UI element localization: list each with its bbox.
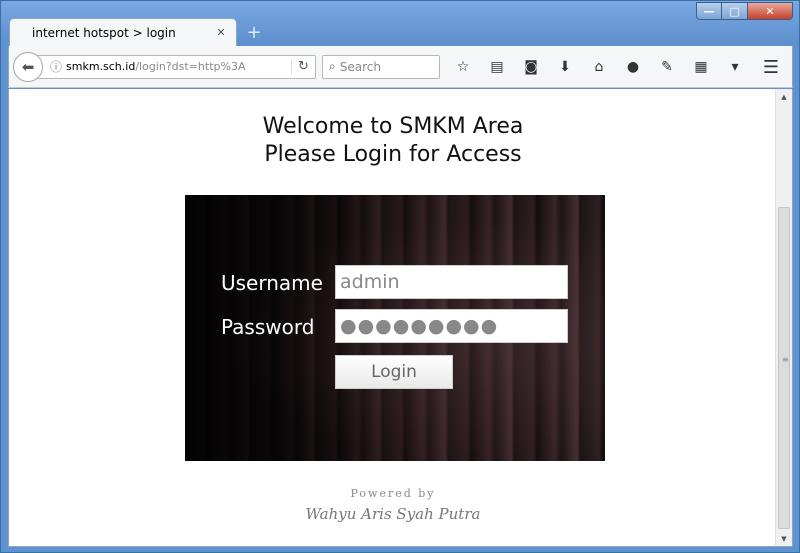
toolbar-icons: ☆ ▤ ◙ ⬇ ⌂ ● ✎ ▦ ▾ [446,52,752,82]
login-panel: Username Password Login [185,195,605,461]
tab-close-icon[interactable]: ✕ [214,26,228,39]
bookmark-star-icon[interactable]: ☆ [446,52,480,82]
pocket-icon[interactable]: ◙ [514,52,548,82]
username-label: Username [221,271,323,295]
vertical-scrollbar[interactable]: ▲ ≡ ▼ [775,89,792,546]
scroll-up-arrow-icon[interactable]: ▲ [776,89,792,105]
username-input[interactable] [335,265,568,299]
welcome-line-1: Welcome to SMKM Area [262,114,524,139]
minimize-button[interactable]: — [696,2,722,20]
screenshot-icon[interactable]: ✎ [650,52,684,82]
welcome-line-2: Please Login for Access [264,142,522,167]
login-button[interactable]: Login [335,355,453,389]
scrollbar-grip-icon: ≡ [782,355,789,364]
tab-hotspot-login[interactable]: internet hotspot > login ✕ [9,18,237,46]
new-tab-button[interactable]: + [241,22,267,46]
password-label: Password [221,315,315,339]
url-bar[interactable]: ⓘ smkm.sch.id /login?dst=http%3A ↻ [31,54,316,79]
search-input[interactable]: ⌕ Search [322,54,440,79]
url-host: smkm.sch.id [66,60,136,73]
maximize-button[interactable]: □ [722,2,748,20]
close-window-button[interactable]: ✕ [748,2,793,20]
back-arrow-icon: ⬅ [21,57,35,76]
chat-icon[interactable]: ● [616,52,650,82]
reload-icon[interactable]: ↻ [291,59,315,74]
browser-window: — □ ✕ internet hotspot > login ✕ + ⬅ ⓘ s… [0,0,800,553]
back-button[interactable]: ⬅ [13,51,43,82]
home-icon[interactable]: ⌂ [582,52,616,82]
scroll-down-arrow-icon[interactable]: ▼ [776,531,792,546]
search-icon: ⌕ [329,59,336,73]
page-content: Welcome to SMKM Area Please Login for Ac… [8,89,793,547]
window-controls: — □ ✕ [696,2,793,20]
tab-title: internet hotspot > login [32,25,176,40]
search-placeholder: Search [339,59,381,74]
tab-strip: internet hotspot > login ✕ + [9,18,267,46]
site-info-icon[interactable]: ⓘ [50,58,66,75]
navigation-toolbar: ⬅ ⓘ smkm.sch.id /login?dst=http%3A ↻ ⌕ S… [8,46,793,88]
reading-list-icon[interactable]: ▤ [480,52,514,82]
overflow-chevron-icon[interactable]: ▾ [718,52,752,82]
welcome-heading: Welcome to SMKM Area Please Login for Ac… [9,113,777,169]
author-signature: Wahyu Aris Syah Putra [305,505,481,523]
hamburger-menu-icon[interactable]: ☰ [756,52,786,82]
library-icon[interactable]: ▦ [684,52,718,82]
scrollbar-thumb[interactable]: ≡ [778,207,790,529]
password-input[interactable] [335,309,568,343]
download-icon[interactable]: ⬇ [548,52,582,82]
url-path: /login?dst=http%3A [135,60,246,73]
powered-by-text: Powered by [350,487,436,500]
